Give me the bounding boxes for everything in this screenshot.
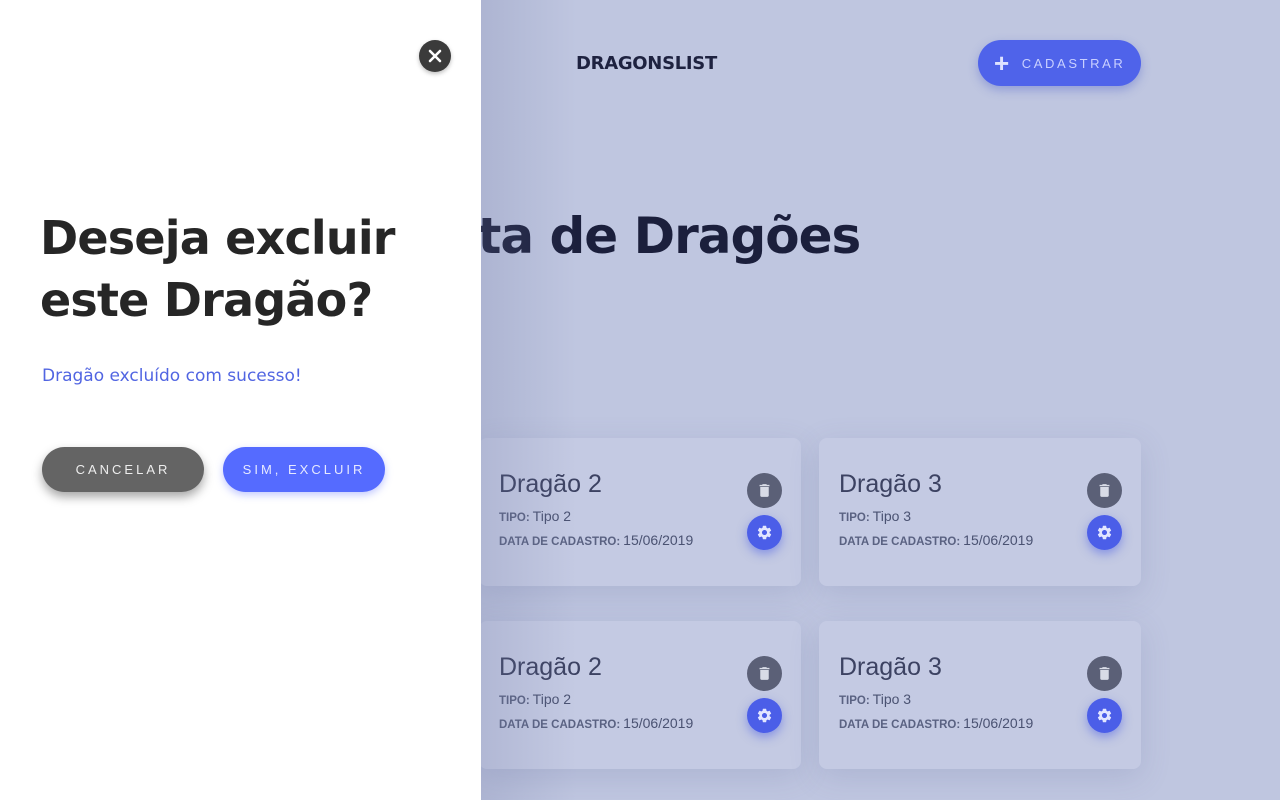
dragon-name: Dragão 2 (499, 470, 602, 498)
date-label: DATA DE CADASTRO: (499, 719, 621, 731)
cancel-button[interactable]: CANCELAR (42, 447, 204, 492)
dragon-type: TIPO: Tipo 2 (499, 508, 571, 524)
gear-icon (1097, 708, 1112, 723)
date-value: 15/06/2019 (963, 715, 1034, 731)
dragon-card: Dragão 3 TIPO: Tipo 3 DATA DE CADASTRO: 15… (819, 438, 1141, 586)
dragon-type: TIPO: Tipo 3 (839, 691, 911, 707)
type-label: TIPO: (839, 512, 870, 524)
delete-button[interactable] (1087, 656, 1122, 691)
type-value: Tipo 3 (872, 691, 912, 707)
trash-icon (759, 667, 770, 680)
delete-button[interactable] (747, 656, 782, 691)
dragon-name: Dragão 3 (839, 653, 942, 681)
type-value: Tipo 2 (532, 508, 572, 524)
confirm-delete-button[interactable]: SIM, EXCLUIR (223, 447, 385, 492)
register-button-label: CADASTRAR (1021, 55, 1126, 71)
edit-button[interactable] (747, 698, 782, 733)
delete-button[interactable] (747, 473, 782, 508)
type-value: Tipo 3 (872, 508, 912, 524)
dragon-type: TIPO: Tipo 2 (499, 691, 571, 707)
delete-confirm-drawer: Deseja excluir este Dragão? Dragão exclu… (0, 0, 481, 800)
gear-icon (757, 708, 772, 723)
trash-icon (759, 484, 770, 497)
edit-button[interactable] (747, 515, 782, 550)
date-value: 15/06/2019 (623, 715, 694, 731)
register-button[interactable]: + CADASTRAR (978, 40, 1141, 86)
dragon-type: TIPO: Tipo 3 (839, 508, 911, 524)
dragon-card: Dragão 2 TIPO: Tipo 2 DATA DE CADASTRO: 15… (479, 621, 801, 769)
dragon-date: DATA DE CADASTRO: 15/06/2019 (839, 715, 1033, 731)
gear-icon (757, 525, 772, 540)
brand-logo[interactable]: DRAGONSLIST (576, 53, 717, 74)
dragon-name: Dragão 2 (499, 653, 602, 681)
modal-title: Deseja excluir este Dragão? (40, 211, 396, 327)
date-label: DATA DE CADASTRO: (839, 719, 961, 731)
trash-icon (1099, 484, 1110, 497)
date-value: 15/06/2019 (963, 532, 1034, 548)
edit-button[interactable] (1087, 698, 1122, 733)
success-message: Dragão excluído com sucesso! (42, 366, 302, 386)
plus-icon: + (994, 48, 1012, 78)
type-label: TIPO: (499, 695, 530, 707)
type-label: TIPO: (839, 695, 870, 707)
dragon-date: DATA DE CADASTRO: 15/06/2019 (499, 532, 693, 548)
dragon-date: DATA DE CADASTRO: 15/06/2019 (499, 715, 693, 731)
dragon-date: DATA DE CADASTRO: 15/06/2019 (839, 532, 1033, 548)
close-button[interactable] (419, 40, 451, 72)
type-value: Tipo 2 (532, 691, 572, 707)
date-label: DATA DE CADASTRO: (499, 536, 621, 548)
edit-button[interactable] (1087, 515, 1122, 550)
trash-icon (1099, 667, 1110, 680)
dragon-card: Dragão 3 TIPO: Tipo 3 DATA DE CADASTRO: 15… (819, 621, 1141, 769)
close-icon (428, 49, 442, 63)
gear-icon (1097, 525, 1112, 540)
type-label: TIPO: (499, 512, 530, 524)
date-label: DATA DE CADASTRO: (839, 536, 961, 548)
dragon-card: Dragão 2 TIPO: Tipo 2 DATA DE CADASTRO: 15… (479, 438, 801, 586)
dragon-name: Dragão 3 (839, 470, 942, 498)
delete-button[interactable] (1087, 473, 1122, 508)
date-value: 15/06/2019 (623, 532, 694, 548)
